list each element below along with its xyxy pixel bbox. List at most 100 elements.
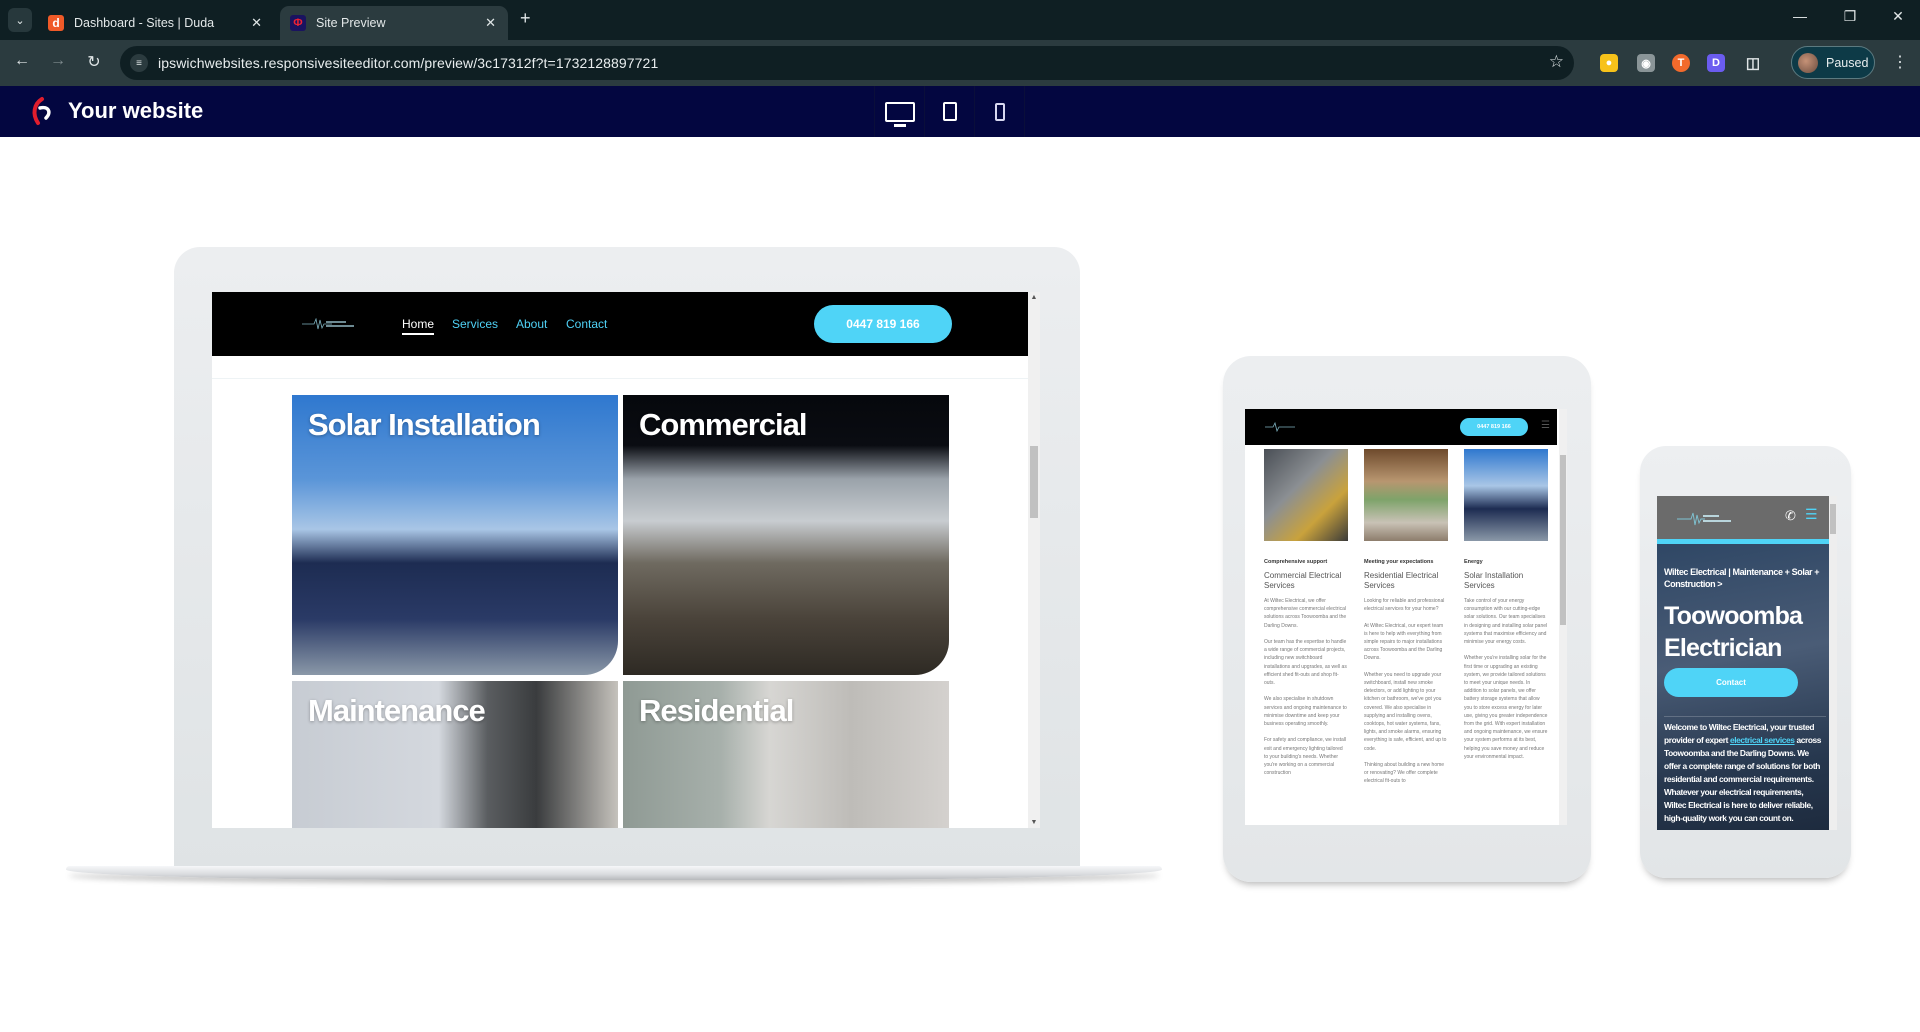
desktop-icon [884, 101, 915, 127]
site-header: Home Services About Contact 0447 819 166 [212, 292, 1028, 356]
service-eyebrow: Energy [1464, 559, 1483, 565]
hero-section: Wiltec Electrical | Maintenance + Solar … [1657, 544, 1829, 830]
wiltec-logo [1677, 512, 1731, 526]
body-text: across Toowoomba and the Darling Downs. … [1664, 735, 1822, 823]
nav-services[interactable]: Services [452, 317, 498, 331]
avatar [1798, 52, 1818, 73]
site-preview-icon: Ф [290, 15, 306, 31]
close-tab-icon[interactable]: ✕ [251, 15, 262, 31]
nav-about[interactable]: About [516, 317, 547, 331]
scrollbar-thumb[interactable] [1030, 446, 1038, 518]
scroll-down-icon[interactable]: ▼ [1028, 819, 1040, 826]
paragraph: We also specialise in shutdown services … [1264, 696, 1347, 728]
card-label: Solar Installation [308, 407, 541, 442]
wiltec-logo [302, 318, 354, 330]
puzzle-icon[interactable]: ◫ [1744, 54, 1762, 72]
service-heading: Solar Installation Services [1464, 571, 1524, 590]
service-column-commercial: Comprehensive support Commercial Electri… [1264, 449, 1348, 777]
profile-button[interactable]: Paused [1791, 46, 1875, 79]
mobile-icon [994, 102, 1005, 121]
preview-title: Your website [68, 98, 204, 123]
paragraph: Take control of your energy consumption … [1464, 598, 1548, 646]
paragraph: Thinking about building a new home or re… [1364, 762, 1445, 785]
scroll-up-icon[interactable]: ▲ [1028, 294, 1040, 301]
site-info-icon[interactable]: ≡ [130, 54, 148, 72]
mobile-preview-screen[interactable]: ✆ ☰ Wiltec Electrical | Maintenance + So… [1657, 496, 1837, 830]
profile-status: Paused [1826, 55, 1869, 70]
device-tablet-button[interactable] [924, 86, 974, 137]
bookmark-star-icon[interactable]: ☆ [1549, 52, 1564, 72]
contact-button[interactable]: Contact [1664, 668, 1798, 697]
phone-cta-button[interactable]: 0447 819 166 [814, 305, 952, 343]
paragraph: Whether you're installing solar for the … [1464, 655, 1548, 760]
scrollbar-thumb[interactable] [1830, 504, 1836, 534]
phone-cta-button[interactable]: 0447 819 166 [1460, 418, 1528, 436]
card-label: Commercial [639, 407, 807, 442]
hamburger-menu-icon[interactable]: ☰ [1805, 506, 1818, 523]
t-extension-icon[interactable]: T [1672, 54, 1690, 72]
device-mobile-button[interactable] [974, 86, 1024, 137]
paragraph: Whether you need to upgrade your switchb… [1364, 671, 1447, 752]
forward-icon[interactable]: → [47, 52, 69, 70]
device-desktop-button[interactable] [874, 86, 924, 137]
service-eyebrow: Meeting your expectations [1364, 559, 1434, 565]
service-card-solar[interactable]: Solar Installation [292, 395, 618, 675]
camera-icon[interactable]: ◉ [1637, 54, 1655, 72]
tab-dashboard[interactable]: d Dashboard - Sites | Duda ✕ [38, 6, 274, 40]
divider [212, 378, 1028, 379]
url-text[interactable]: ipswichwebsites.responsivesiteeditor.com… [158, 55, 658, 71]
service-text: Looking for reliable and professional el… [1364, 597, 1448, 786]
service-heading: Residential Electrical Services [1364, 571, 1439, 590]
wiltec-logo [1265, 422, 1295, 432]
hamburger-menu-icon[interactable]: ☰ [1541, 420, 1550, 431]
service-image [1464, 449, 1548, 541]
browser-menu-icon[interactable]: ⋮ [1892, 52, 1908, 72]
new-tab-button[interactable]: + [520, 8, 531, 29]
keep-icon[interactable]: ● [1600, 54, 1618, 72]
card-label: Residential [639, 693, 794, 728]
address-bar[interactable]: ≡ ipswichwebsites.responsivesiteeditor.c… [120, 46, 1574, 80]
site-header: ✆ ☰ [1657, 496, 1829, 544]
scrollbar-thumb[interactable] [1560, 455, 1566, 625]
browser-tab-strip: ⌄ d Dashboard - Sites | Duda ✕ Ф Site Pr… [0, 0, 1920, 40]
service-text: Take control of your energy consumption … [1464, 597, 1548, 761]
tablet-scrollbar[interactable] [1559, 409, 1567, 825]
hero-title: Toowoomba Electrician [1664, 602, 1803, 662]
preview-bar: Your website [0, 86, 1920, 137]
service-heading: Commercial Electrical Services [1264, 571, 1342, 590]
service-column-solar: Energy Solar Installation Services Take … [1464, 449, 1548, 761]
service-card-maintenance[interactable]: Maintenance [292, 681, 618, 828]
minimize-icon[interactable]: — [1780, 8, 1820, 24]
paragraph: Our team has the expertise to handle a w… [1264, 639, 1347, 687]
nav-contact[interactable]: Contact [566, 317, 607, 331]
chevron-down-icon: ⌄ [15, 14, 25, 27]
tablet-preview-screen[interactable]: 0447 819 166 ☰ Comprehensive support Com… [1245, 409, 1567, 825]
card-label: Maintenance [308, 693, 486, 728]
service-card-commercial[interactable]: Commercial [623, 395, 949, 675]
desktop-preview-screen[interactable]: Home Services About Contact 0447 819 166… [212, 292, 1040, 828]
back-icon[interactable]: ← [11, 52, 33, 70]
service-card-residential[interactable]: Residential [623, 681, 949, 828]
paragraph: For safety and compliance, we install ex… [1264, 737, 1346, 777]
restore-icon[interactable]: ❐ [1830, 8, 1870, 25]
tab-site-preview[interactable]: Ф Site Preview ✕ [280, 6, 508, 40]
mobile-scrollbar[interactable] [1829, 496, 1837, 830]
tab-search-button[interactable]: ⌄ [8, 8, 32, 32]
toolbar-divider [1024, 86, 1074, 137]
site-header: 0447 819 166 ☰ [1245, 409, 1557, 445]
nav-home[interactable]: Home [402, 317, 435, 335]
duda-preview-logo-icon [32, 97, 51, 125]
phone-icon[interactable]: ✆ [1785, 508, 1796, 524]
hero-body: Welcome to Wiltec Electrical, your trust… [1664, 716, 1826, 825]
service-image [1264, 449, 1348, 541]
desktop-scrollbar[interactable]: ▲ ▼ [1028, 292, 1040, 828]
d-extension-icon[interactable]: D [1707, 54, 1725, 72]
reload-icon[interactable]: ↻ [83, 52, 105, 72]
service-eyebrow: Comprehensive support [1264, 559, 1328, 565]
electrical-services-link[interactable]: electrical services [1730, 735, 1795, 745]
browser-toolbar: ← → ↻ ≡ ipswichwebsites.responsivesiteed… [0, 40, 1920, 86]
paragraph: Looking for reliable and professional el… [1364, 598, 1445, 613]
tab-title: Dashboard - Sites | Duda [74, 16, 215, 30]
close-window-icon[interactable]: ✕ [1878, 8, 1918, 25]
close-tab-icon[interactable]: ✕ [485, 15, 496, 31]
